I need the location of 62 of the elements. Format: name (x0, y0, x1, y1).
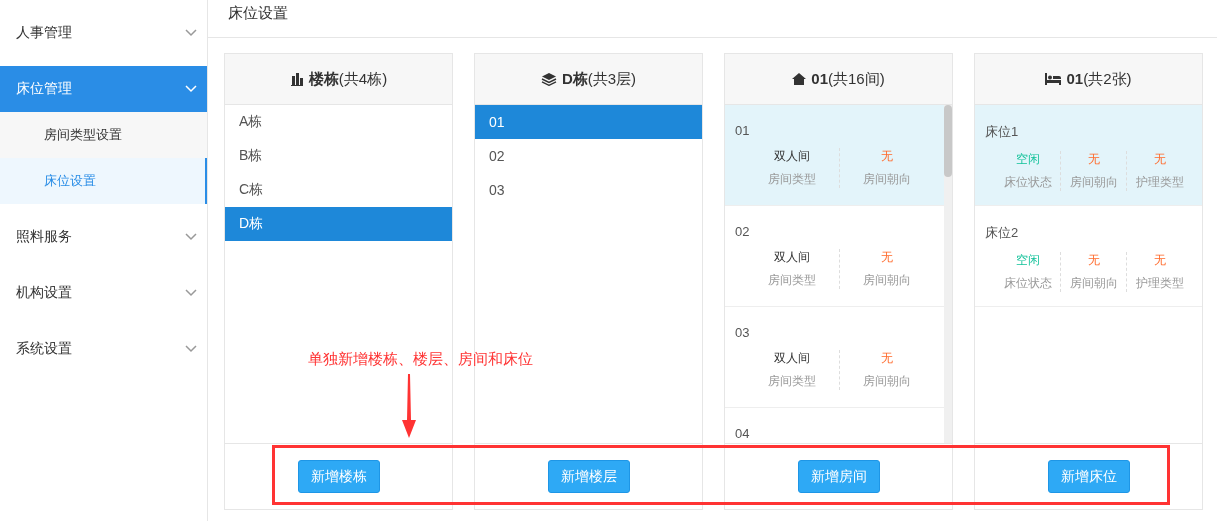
list-item[interactable]: 01 (475, 105, 702, 139)
chevron-icon (185, 85, 197, 93)
field-label: 护理类型 (1135, 174, 1184, 191)
list-item[interactable]: D栋 (225, 207, 452, 241)
list-item[interactable]: A栋 (225, 105, 452, 139)
nav-item[interactable]: 照料服务 (0, 209, 207, 265)
field-value: 双人间 (774, 350, 810, 367)
nav-item[interactable]: 人事管理 (0, 5, 207, 61)
card-name: 床位2 (985, 224, 1020, 242)
card[interactable]: 床位1 空闲 床位状态 无 房间朝向 无 护理类型 (975, 105, 1202, 206)
nav-item[interactable]: 系统设置 (0, 321, 207, 377)
field-label: 房间类型 (768, 171, 816, 188)
field-label: 房间类型 (768, 272, 816, 289)
card[interactable]: 01 双人间 房间类型 无 房间朝向 (725, 105, 944, 206)
field-label: 房间朝向 (1069, 275, 1118, 292)
field-label: 房间类型 (768, 373, 816, 390)
field-label: 床位状态 (1003, 275, 1052, 292)
panel-title: 01(共2张) (1066, 69, 1132, 89)
arrow-icon (402, 374, 416, 438)
field-label: 床位状态 (1003, 174, 1052, 191)
nav-item[interactable]: 机构设置 (0, 265, 207, 321)
bed-icon (1045, 73, 1062, 85)
card-name: 01 (735, 123, 751, 138)
field-label: 房间朝向 (863, 171, 911, 188)
field-value: 空闲 (1015, 151, 1040, 168)
layers-icon (540, 72, 557, 86)
field-value: 无 (881, 350, 893, 367)
chevron-icon (185, 233, 197, 241)
field-value: 无 (1087, 252, 1100, 269)
nav-subitem[interactable]: 房间类型设置 (0, 112, 207, 158)
panel-title: D栋(共3层) (561, 69, 637, 89)
field-value: 空闲 (1015, 252, 1040, 269)
list-item[interactable]: 02 (475, 139, 702, 173)
list-item[interactable]: 03 (475, 173, 702, 207)
field-value: 无 (1153, 151, 1166, 168)
card-name: 03 (735, 325, 751, 340)
field-label: 房间朝向 (863, 272, 911, 289)
panel-title: 01(共16间) (811, 69, 885, 89)
chevron-icon (185, 345, 197, 353)
card-name: 02 (735, 224, 751, 239)
field-value: 无 (881, 249, 893, 266)
scrollbar[interactable] (944, 105, 952, 443)
card-name: 04 (735, 426, 751, 441)
list-item[interactable]: C栋 (225, 173, 452, 207)
field-value: 双人间 (774, 148, 810, 165)
page-title: 床位设置 (208, 0, 1217, 38)
chevron-icon (185, 289, 197, 297)
field-label: 护理类型 (1135, 275, 1184, 292)
field-label: 房间朝向 (863, 373, 911, 390)
field-value: 无 (881, 148, 893, 165)
field-value: 无 (1153, 252, 1166, 269)
panel-title: 楼栋(共4栋) (308, 69, 388, 89)
card[interactable]: 床位2 空闲 床位状态 无 房间朝向 无 护理类型 (975, 206, 1202, 307)
field-value: 双人间 (774, 249, 810, 266)
annotation-text: 单独新增楼栋、楼层、房间和床位 (308, 350, 533, 369)
card-name: 床位1 (985, 123, 1020, 141)
field-value: 无 (1087, 151, 1100, 168)
home-icon (792, 73, 807, 85)
field-label: 房间朝向 (1069, 174, 1118, 191)
list-item[interactable]: B栋 (225, 139, 452, 173)
chevron-icon (185, 29, 197, 37)
building-icon (289, 72, 304, 86)
